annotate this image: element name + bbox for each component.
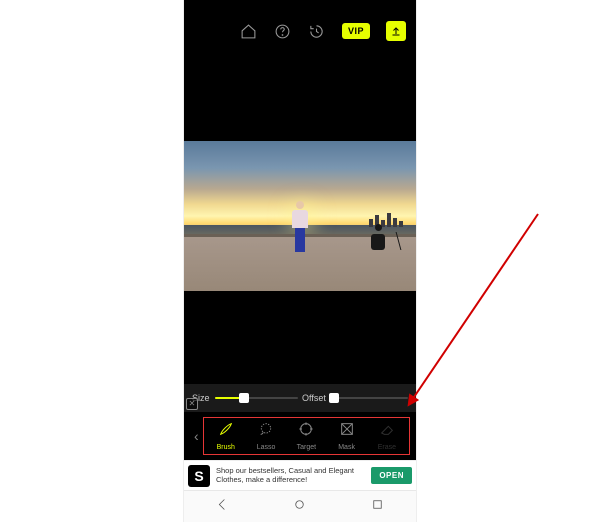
- photo-preview: [184, 141, 416, 291]
- tool-erase: Erase: [369, 421, 405, 451]
- tool-label: Mask: [338, 444, 355, 451]
- nav-recent-icon[interactable]: [370, 497, 385, 517]
- erase-icon: [379, 421, 395, 442]
- nav-home-icon[interactable]: [292, 497, 307, 517]
- ad-close-icon[interactable]: ✕: [186, 398, 198, 410]
- size-slider[interactable]: [215, 397, 298, 399]
- back-chevron-icon[interactable]: ‹: [190, 428, 203, 444]
- editor-canvas[interactable]: [184, 48, 416, 384]
- phone-frame: VIP Size Offset: [183, 0, 417, 522]
- tool-container: Brush Lasso Target Mask Erase: [203, 417, 410, 455]
- tool-brush[interactable]: Brush: [208, 421, 244, 451]
- target-icon: [298, 421, 314, 442]
- annotation-arrow: [398, 204, 548, 414]
- app-top-bar: VIP: [184, 14, 416, 48]
- size-slider-thumb[interactable]: [239, 393, 249, 403]
- ad-banner[interactable]: S Shop our bestsellers, Casual and Elega…: [184, 460, 416, 490]
- nav-back-icon[interactable]: [215, 497, 230, 517]
- tool-target[interactable]: Target: [288, 421, 324, 451]
- size-slider-group: Size: [192, 393, 298, 403]
- help-icon[interactable]: [274, 22, 292, 40]
- tool-row: ‹ BrushLassoTargetMaskErase ✕: [184, 412, 416, 460]
- slider-panel: Size Offset: [184, 384, 416, 412]
- history-icon[interactable]: [308, 22, 326, 40]
- tool-mask[interactable]: Mask: [329, 421, 365, 451]
- offset-slider-group: Offset: [302, 393, 408, 403]
- mask-icon: [339, 421, 355, 442]
- tool-label: Lasso: [257, 444, 276, 451]
- tool-label: Target: [297, 444, 316, 451]
- offset-label: Offset: [302, 393, 326, 403]
- tool-label: Brush: [217, 444, 235, 451]
- export-button[interactable]: [386, 21, 406, 41]
- home-icon[interactable]: [240, 22, 258, 40]
- lasso-icon: [258, 421, 274, 442]
- ad-logo: S: [188, 465, 210, 487]
- tool-lasso[interactable]: Lasso: [248, 421, 284, 451]
- brush-icon: [218, 421, 234, 442]
- ad-text: Shop our bestsellers, Casual and Elegant…: [216, 467, 365, 484]
- vip-badge[interactable]: VIP: [342, 23, 370, 39]
- offset-slider[interactable]: [331, 397, 408, 399]
- offset-slider-thumb[interactable]: [329, 393, 339, 403]
- ad-open-button[interactable]: OPEN: [371, 467, 412, 484]
- status-bar: [184, 0, 416, 14]
- tool-label: Erase: [378, 444, 396, 451]
- system-nav-bar: [184, 490, 416, 522]
